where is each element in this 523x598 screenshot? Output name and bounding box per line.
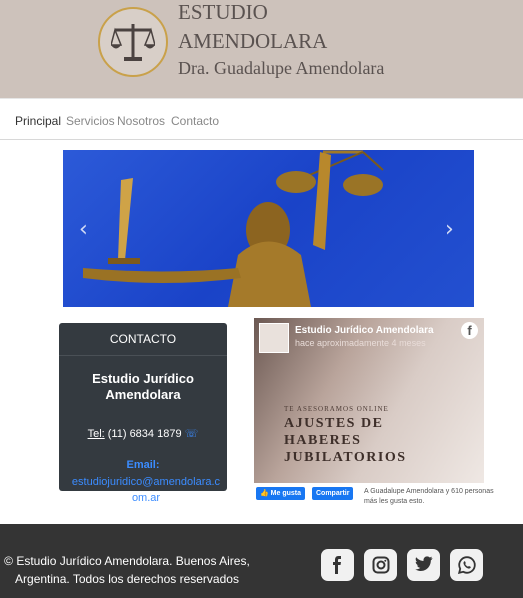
nav-item-contacto[interactable]: Contacto <box>171 114 219 128</box>
nav-item-principal[interactable]: Principal <box>15 114 61 128</box>
fb-like-button[interactable]: 👍 Me gusta <box>256 487 306 500</box>
email-label: Email: <box>126 459 160 471</box>
page-avatar[interactable] <box>259 323 289 353</box>
nav-item-servicios[interactable]: Servicios <box>66 114 115 128</box>
site-subtitle: Dra. Guadalupe Amendolara <box>178 58 385 78</box>
email-link[interactable]: estudiojuridico@amendolara.com.ar <box>71 474 221 506</box>
hero-carousel: ‹ › <box>63 150 474 307</box>
contact-phone[interactable]: Tel: (11) 6834 1879 ☏ <box>59 427 227 440</box>
site-header: ESTUDIO AMENDOLARA Dra. Guadalupe Amendo… <box>0 0 523 98</box>
whatsapp-icon[interactable]: ☏ <box>185 428 199 440</box>
contact-card: CONTACTO Estudio Jurídico Amendolara Tel… <box>59 323 227 504</box>
copyright-text: © Estudio Jurídico Amendolara. Buenos Ai… <box>4 554 250 586</box>
scales-logo-icon[interactable] <box>98 7 168 77</box>
fb-like-label: Me gusta <box>270 490 302 497</box>
fb-promo-line1: AJUSTES DE <box>284 416 384 431</box>
nav-item-nosotros[interactable]: Nosotros <box>117 114 165 128</box>
site-title-line2: AMENDOLARA <box>178 29 328 53</box>
phone-label: Tel: <box>87 428 105 440</box>
facebook-post-embed[interactable]: Estudio Jurídico Amendolara hace aproxim… <box>254 318 484 483</box>
carousel-next-chevron-right-icon[interactable]: › <box>445 217 454 242</box>
fb-share-button[interactable]: Compartir <box>312 487 354 500</box>
lady-justice-image <box>83 150 384 307</box>
twitter-icon[interactable] <box>407 549 440 581</box>
instagram-icon[interactable] <box>364 549 397 581</box>
contact-firm-name: Estudio Jurídico Amendolara <box>92 371 194 402</box>
fb-post-time: hace aproximadamente 4 meses <box>295 338 426 348</box>
contact-heading: CONTACTO <box>59 323 227 356</box>
facebook-icon[interactable] <box>321 549 354 581</box>
fb-promo-tagline: TE ASESORAMOS ONLINE <box>284 405 389 413</box>
site-title-line1: ESTUDIO <box>178 0 268 24</box>
thumbs-up-icon: 👍 <box>260 490 269 497</box>
facebook-actions-bar: 👍 Me gusta Compartir A Guadalupe Amendol… <box>254 486 504 510</box>
facebook-icon[interactable]: f <box>461 322 478 339</box>
whatsapp-icon[interactable] <box>450 549 483 581</box>
fb-promo-line3: JUBILATORIOS <box>284 450 407 465</box>
carousel-prev-chevron-left-icon[interactable]: ‹ <box>79 217 88 242</box>
phone-value: (11) 6834 1879 <box>107 428 182 440</box>
fb-promo-line2: HABERES <box>284 433 362 448</box>
fb-likes-text: A Guadalupe Amendolara y 610 personas má… <box>364 488 494 505</box>
fb-page-name[interactable]: Estudio Jurídico Amendolara <box>295 325 434 336</box>
site-footer: © Estudio Jurídico Amendolara. Buenos Ai… <box>0 524 523 598</box>
main-nav: Principal Servicios Nosotros Contacto <box>0 98 523 140</box>
